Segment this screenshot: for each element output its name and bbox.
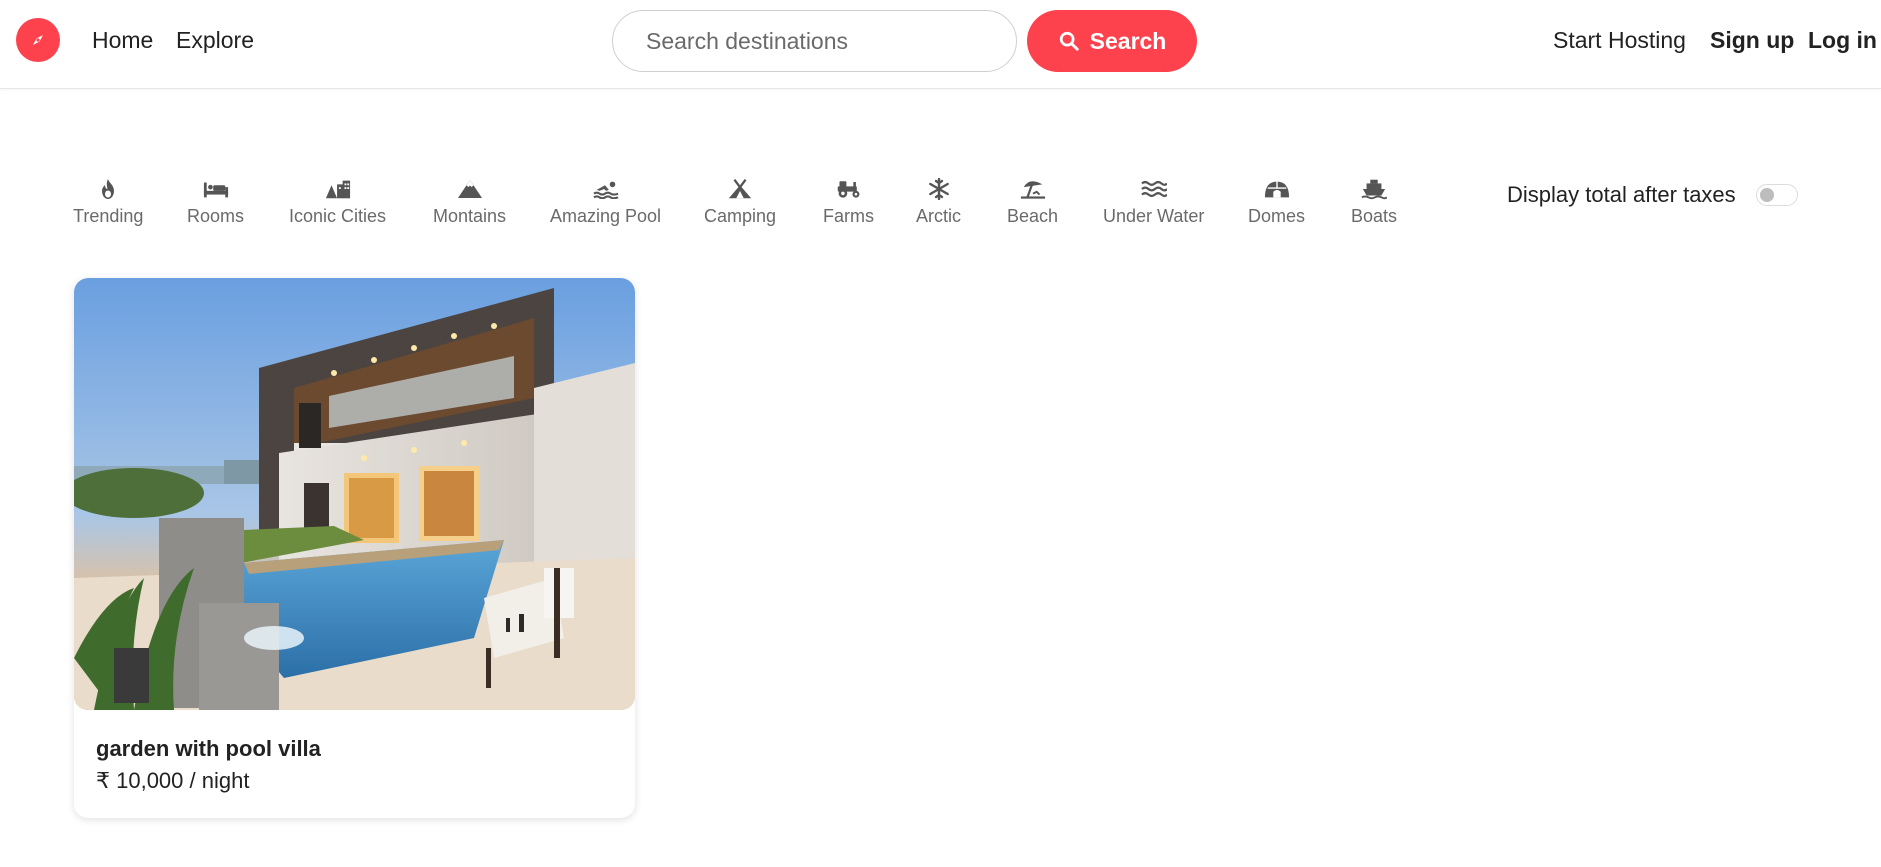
filter-label: Beach xyxy=(1007,206,1059,226)
compass-icon[interactable] xyxy=(16,18,60,62)
search-button-label: Search xyxy=(1089,27,1167,54)
filter-iconic-cities[interactable]: Iconic Cities xyxy=(289,176,386,227)
nav-home-link[interactable]: Home xyxy=(92,27,153,54)
filter-label: Montains xyxy=(433,206,507,226)
filter-domes[interactable]: Domes xyxy=(1248,176,1305,227)
filter-label: Boats xyxy=(1351,206,1398,226)
listing-card[interactable]: garden with pool villa ₹ 10,000 / night xyxy=(74,278,635,818)
tractor-icon xyxy=(836,176,862,202)
listing-price: ₹ 10,000 / night xyxy=(96,768,250,793)
ship-icon xyxy=(1361,176,1388,202)
swimmer-icon xyxy=(592,176,619,202)
fire-icon xyxy=(95,176,121,202)
filter-rooms[interactable]: Rooms xyxy=(187,176,244,227)
filter-label: Rooms xyxy=(187,206,245,226)
filter-beach[interactable]: Beach xyxy=(1007,176,1058,227)
search-icon xyxy=(1059,31,1079,51)
filter-montains[interactable]: Montains xyxy=(433,176,506,227)
signup-link[interactable]: Sign up xyxy=(1710,27,1794,54)
filter-trending[interactable]: Trending xyxy=(73,176,143,227)
navbar: Home Explore Search Start Hosting Sign u… xyxy=(0,0,1881,89)
city-icon xyxy=(325,176,351,202)
water-icon xyxy=(1140,176,1167,202)
filter-label: Iconic Cities xyxy=(289,206,387,226)
filter-under-water[interactable]: Under Water xyxy=(1103,176,1204,227)
toggle-knob xyxy=(1760,188,1774,202)
filter-amazing-pool[interactable]: Amazing Pool xyxy=(550,176,661,227)
nav-explore-link[interactable]: Explore xyxy=(176,27,254,54)
filter-boats[interactable]: Boats xyxy=(1351,176,1397,227)
tax-toggle-switch[interactable] xyxy=(1756,184,1798,206)
filter-arctic[interactable]: Arctic xyxy=(916,176,961,227)
filter-label: Trending xyxy=(73,206,144,226)
mountain-icon xyxy=(457,176,483,202)
tax-toggle-label: Display total after taxes xyxy=(1507,182,1736,207)
filter-label: Domes xyxy=(1248,206,1306,226)
listing-image xyxy=(74,278,635,710)
filter-label: Camping xyxy=(704,206,777,226)
filter-label: Under Water xyxy=(1103,206,1205,226)
filter-label: Farms xyxy=(823,206,874,226)
start-hosting-link[interactable]: Start Hosting xyxy=(1553,27,1686,54)
filter-camping[interactable]: Camping xyxy=(704,176,776,227)
snowflake-icon xyxy=(926,176,952,202)
listing-title: garden with pool villa xyxy=(96,736,321,761)
igloo-icon xyxy=(1264,176,1290,202)
search-button[interactable]: Search xyxy=(1027,10,1197,72)
search-input[interactable] xyxy=(612,10,1017,72)
umbrella-beach-icon xyxy=(1020,176,1046,202)
filter-label: Amazing Pool xyxy=(550,206,662,226)
login-link[interactable]: Log in xyxy=(1808,27,1877,54)
bed-icon xyxy=(203,176,229,202)
tent-icon xyxy=(727,176,753,202)
tax-toggle-container: Display total after taxes xyxy=(1507,182,1798,208)
filter-farms[interactable]: Farms xyxy=(823,176,874,227)
filter-label: Arctic xyxy=(916,206,961,226)
